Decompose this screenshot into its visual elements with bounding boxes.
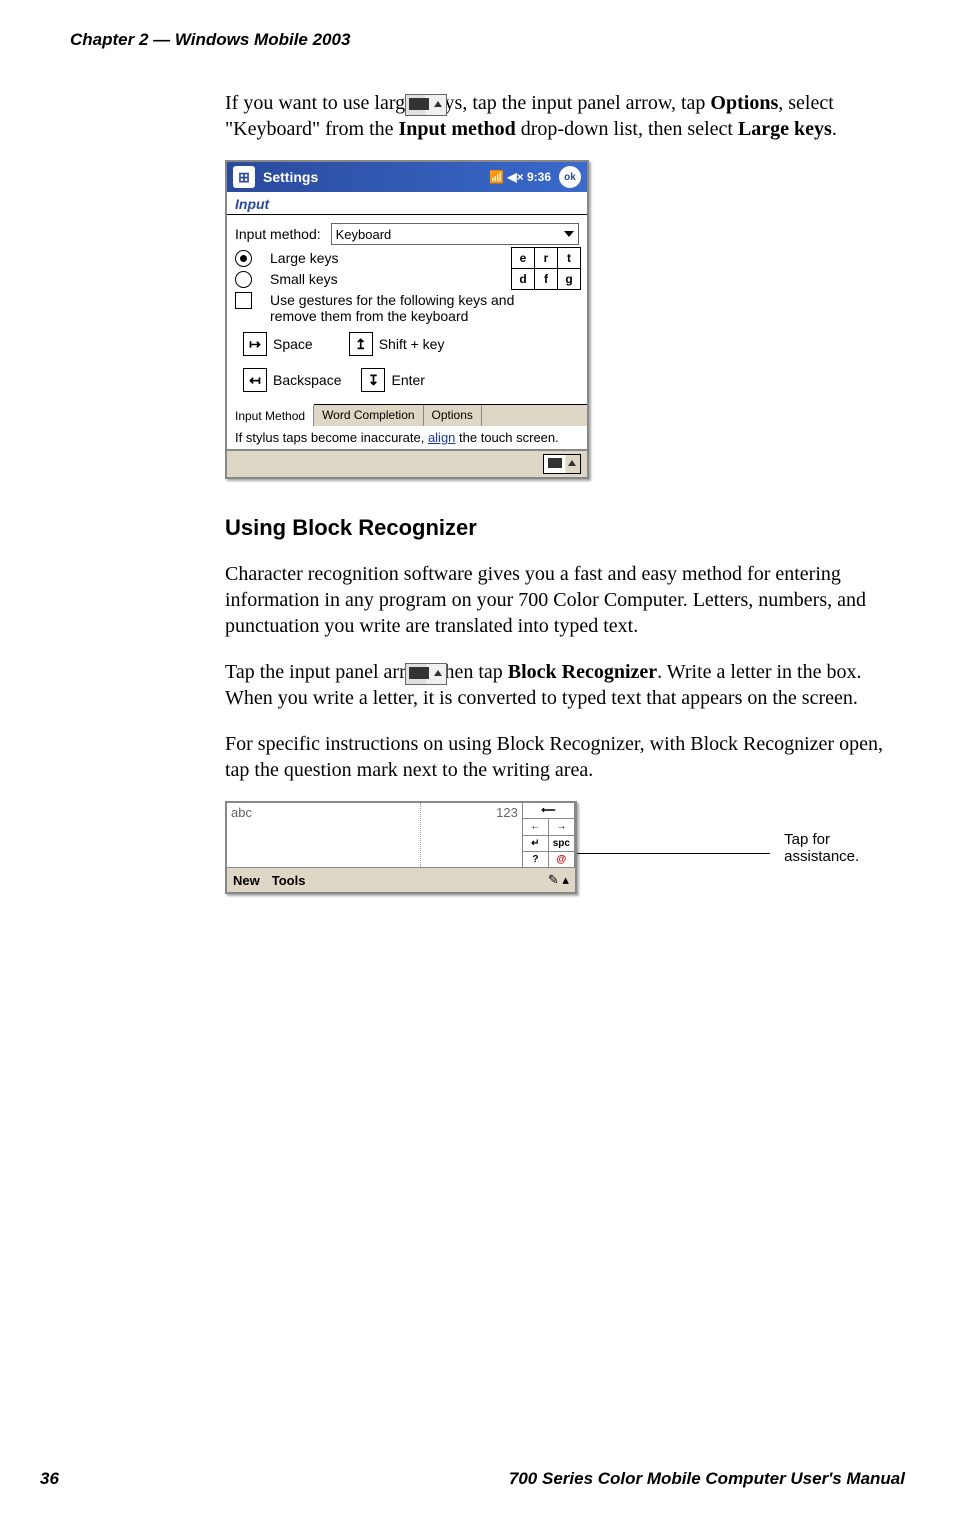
paragraph-1: If you want to use larger keys, tap the … — [225, 90, 905, 142]
bottom-bar — [227, 449, 587, 477]
callout-text: Tap for assistance. — [784, 831, 905, 865]
enter-gesture-icon: ↧ — [361, 368, 385, 392]
window-title: Settings — [263, 169, 318, 185]
space-gesture-icon: ↦ — [243, 332, 267, 356]
enter-key[interactable]: ↵ — [523, 836, 549, 851]
chapter-label: Chapter 2 — [70, 30, 148, 49]
align-tip: If stylus taps become inaccurate, align … — [227, 426, 587, 449]
tabs: Input Method Word Completion Options — [227, 404, 587, 426]
help-key[interactable]: ? — [523, 852, 549, 867]
large-keys-radio-row[interactable]: Large keys — [227, 248, 511, 269]
gesture-checkbox-row[interactable]: Use gestures for the following keys and … — [227, 290, 587, 326]
new-menu[interactable]: New — [227, 873, 266, 888]
page-header: Chapter 2 — Windows Mobile 2003 — [70, 30, 905, 50]
block-recognizer-screenshot: abc 123 ⟵ ←→ ↵spc ?@ New Tools ✎ ▴ — [225, 801, 577, 894]
status-area[interactable]: 📶 ◀× 9:36 — [489, 170, 551, 184]
letters-area[interactable]: abc — [227, 803, 421, 867]
keyboard-icon — [405, 663, 447, 685]
space-key[interactable]: spc — [549, 836, 575, 851]
tools-menu[interactable]: Tools — [266, 873, 312, 888]
small-keys-radio-row[interactable]: Small keys — [227, 269, 511, 290]
tab-options[interactable]: Options — [424, 405, 482, 426]
command-bar: New Tools ✎ ▴ — [227, 868, 575, 892]
heading-block-recognizer: Using Block Recognizer — [225, 515, 905, 541]
tab-input-method[interactable]: Input Method — [227, 404, 314, 426]
radio-unselected-icon — [235, 271, 252, 288]
page-number: 36 — [40, 1469, 59, 1489]
input-method-label: Input method: — [235, 226, 321, 242]
start-icon[interactable]: ⊞ — [233, 166, 255, 188]
side-buttons: ⟵ ←→ ↵spc ?@ — [523, 803, 575, 867]
input-selector-button[interactable]: ✎ ▴ — [548, 872, 575, 888]
chapter-title: Windows Mobile 2003 — [175, 30, 351, 49]
settings-input-screenshot: ⊞ Settings 📶 ◀× 9:36 ok Input Input meth… — [225, 160, 589, 479]
paragraph-3: Tap the input panel arrow, then tap Bloc… — [225, 659, 905, 711]
writing-area: abc 123 ⟵ ←→ ↵spc ?@ — [227, 803, 575, 868]
header-dash: — — [148, 30, 174, 49]
gesture-preview-row1: ↦Space ↥Shift + key — [227, 326, 587, 362]
backspace-key[interactable]: ⟵ — [523, 803, 575, 818]
backspace-gesture-icon: ↤ — [243, 368, 267, 392]
tab-word-completion[interactable]: Word Completion — [314, 405, 423, 426]
input-panel-button[interactable] — [543, 454, 581, 474]
title-bar: ⊞ Settings 📶 ◀× 9:36 ok — [227, 162, 587, 192]
paragraph-2: Character recognition software gives you… — [225, 561, 905, 639]
divider — [227, 214, 587, 215]
paragraph-4: For specific instructions on using Block… — [225, 731, 905, 783]
checkbox-icon — [235, 292, 252, 309]
page-footer: 36 700 Series Color Mobile Computer User… — [40, 1469, 905, 1489]
manual-title: 700 Series Color Mobile Computer User's … — [509, 1469, 905, 1489]
callout-leader — [577, 853, 770, 854]
keyboard-icon — [405, 94, 447, 116]
input-method-dropdown[interactable]: Keyboard — [331, 223, 579, 245]
key-size-preview: e r t d f g — [511, 247, 581, 290]
shift-gesture-icon: ↥ — [349, 332, 373, 356]
screen-name: Input — [227, 192, 587, 212]
chevron-down-icon — [564, 231, 574, 237]
numbers-area[interactable]: 123 — [421, 803, 523, 867]
right-key[interactable]: → — [549, 819, 575, 834]
ok-button[interactable]: ok — [559, 166, 581, 188]
align-link[interactable]: align — [428, 430, 455, 445]
gesture-preview-row2: ↤Backspace ↧Enter — [227, 362, 587, 398]
block-recognizer-figure: abc 123 ⟵ ←→ ↵spc ?@ New Tools ✎ ▴ Tap f… — [225, 801, 905, 894]
left-key[interactable]: ← — [523, 819, 549, 834]
radio-selected-icon — [235, 250, 252, 267]
symbols-key[interactable]: @ — [549, 852, 575, 867]
